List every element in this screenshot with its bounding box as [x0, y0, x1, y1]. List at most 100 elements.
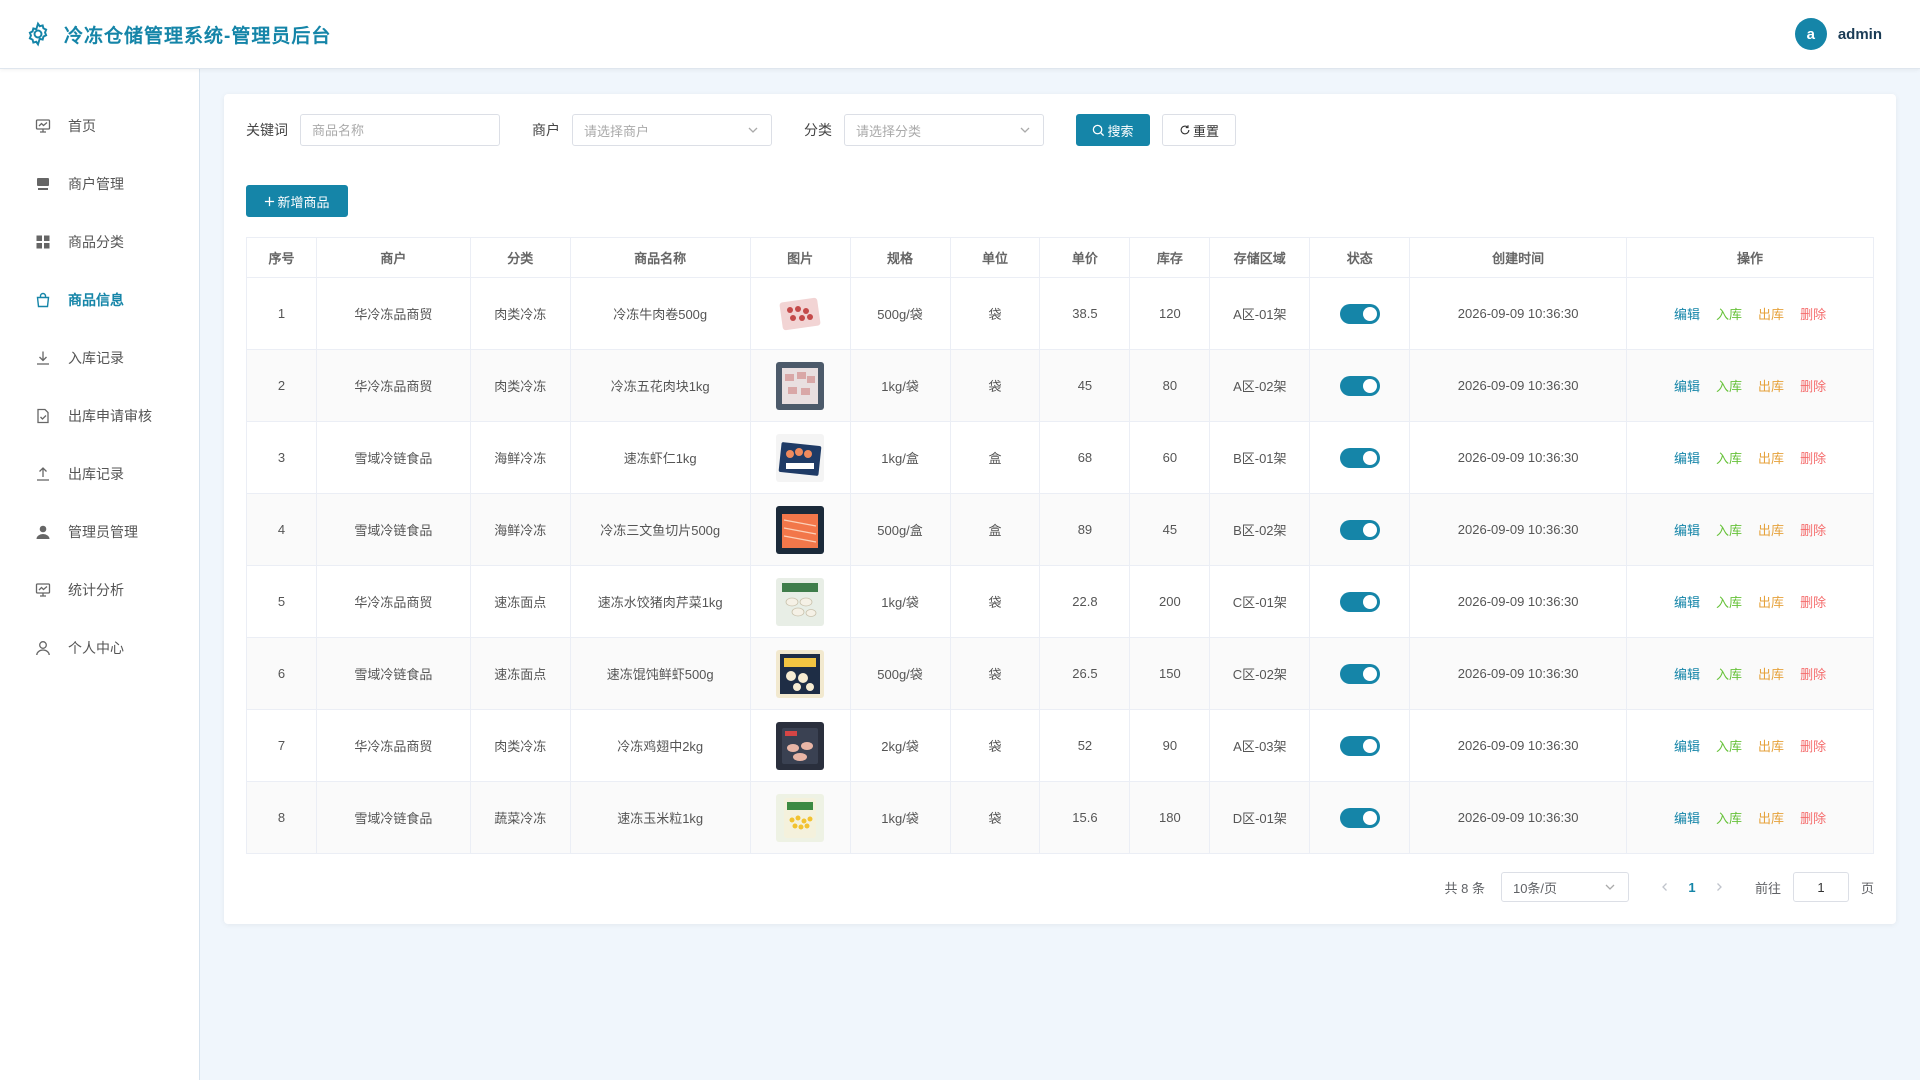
cell-created: 2026-09-09 10:36:30	[1409, 349, 1628, 422]
sidebar-item-monitor[interactable]: 首页	[0, 97, 199, 155]
search-button[interactable]: 搜索	[1076, 114, 1150, 146]
delete-button[interactable]: 删除	[1800, 667, 1826, 682]
product-thumbnail[interactable]	[776, 577, 825, 626]
stock-out-button[interactable]: 出库	[1758, 307, 1784, 322]
stock-out-button[interactable]: 出库	[1758, 667, 1784, 682]
sidebar-item-grid[interactable]: 商品分类	[0, 213, 199, 271]
stock-in-button[interactable]: 入库	[1716, 595, 1742, 610]
product-thumbnail[interactable]	[776, 290, 824, 338]
status-toggle[interactable]	[1339, 303, 1380, 324]
sidebar-item-user[interactable]: 个人中心	[0, 619, 199, 677]
stock-out-button[interactable]: 出库	[1758, 523, 1784, 538]
user-menu[interactable]: a admin	[1794, 18, 1882, 50]
stock-in-button[interactable]: 入库	[1716, 739, 1742, 754]
page-size-select[interactable]: 10条/页	[1500, 872, 1629, 902]
edit-button[interactable]: 编辑	[1674, 307, 1700, 322]
product-thumbnail[interactable]	[776, 361, 825, 410]
sidebar-nav: 首页 商户管理 商品分类 商品信息 入库记录出库申请审核出库记录 管理员管理统计分析个人中…	[0, 69, 199, 677]
add-product-button[interactable]: 新增商品	[246, 185, 348, 217]
chevron-down-icon	[1019, 124, 1031, 139]
edit-button[interactable]: 编辑	[1674, 379, 1700, 394]
delete-button[interactable]: 删除	[1800, 523, 1826, 538]
edit-button[interactable]: 编辑	[1674, 739, 1700, 754]
reset-button[interactable]: 重置	[1162, 114, 1236, 146]
sidebar-item-label: 统计分析	[68, 582, 124, 598]
status-toggle[interactable]	[1339, 519, 1380, 540]
stock-in-button[interactable]: 入库	[1716, 811, 1742, 826]
page-number-1[interactable]: 1	[1677, 880, 1707, 895]
column-header: 商品名称	[569, 237, 751, 278]
goto-page-input[interactable]: 1	[1792, 872, 1849, 902]
stock-out-button[interactable]: 出库	[1758, 595, 1784, 610]
sidebar-item-store[interactable]: 商户管理	[0, 155, 199, 213]
stock-out-button[interactable]: 出库	[1758, 739, 1784, 754]
sidebar-item-label: 出库申请审核	[68, 408, 152, 424]
column-header: 单价	[1039, 237, 1131, 278]
status-toggle[interactable]	[1339, 447, 1380, 468]
stock-in-button[interactable]: 入库	[1716, 379, 1742, 394]
edit-button[interactable]: 编辑	[1674, 451, 1700, 466]
sidebar-item-bag[interactable]: 商品信息	[0, 271, 199, 329]
status-toggle[interactable]	[1339, 591, 1380, 612]
product-panel: 关键词 商户 请选择商户 分类 请选择分类 搜索	[224, 94, 1896, 924]
status-toggle[interactable]	[1339, 735, 1380, 756]
stock-in-button[interactable]: 入库	[1716, 667, 1742, 682]
edit-button[interactable]: 编辑	[1674, 667, 1700, 682]
cell-created: 2026-09-09 10:36:30	[1409, 493, 1628, 566]
user-icon	[34, 639, 52, 657]
cell-image	[749, 781, 851, 854]
edit-button[interactable]: 编辑	[1674, 811, 1700, 826]
sidebar-item-download[interactable]: 入库记录	[0, 329, 199, 387]
avatar[interactable]: a	[1794, 18, 1827, 50]
edit-button[interactable]: 编辑	[1674, 595, 1700, 610]
total-count: 共 8 条	[1444, 880, 1485, 896]
stock-out-button[interactable]: 出库	[1758, 451, 1784, 466]
product-thumbnail[interactable]	[776, 649, 825, 698]
keyword-field[interactable]	[300, 114, 500, 146]
stock-out-button[interactable]: 出库	[1758, 811, 1784, 826]
sidebar-item-doc-check[interactable]: 出库申请审核	[0, 387, 199, 445]
category-select[interactable]: 请选择分类	[844, 114, 1044, 146]
delete-button[interactable]: 删除	[1800, 307, 1826, 322]
merchant-select[interactable]: 请选择商户	[572, 114, 772, 146]
table-row: 2 华冷冻品商贸 肉类冷冻 冷冻五花肉块1kg 1kg/袋袋 45 80 A区-02架 2026…	[246, 349, 1874, 422]
status-toggle[interactable]	[1339, 663, 1380, 684]
delete-button[interactable]: 删除	[1800, 595, 1826, 610]
delete-button[interactable]: 删除	[1800, 811, 1826, 826]
delete-button[interactable]: 删除	[1800, 739, 1826, 754]
cell-unit: 盒	[949, 421, 1041, 494]
delete-button[interactable]: 删除	[1800, 379, 1826, 394]
status-toggle[interactable]	[1339, 807, 1380, 828]
status-toggle[interactable]	[1339, 375, 1380, 396]
prev-page-button[interactable]	[1653, 880, 1677, 895]
sidebar-item-chart[interactable]: 统计分析	[0, 561, 199, 619]
next-page-button[interactable]	[1707, 880, 1731, 895]
edit-button[interactable]: 编辑	[1674, 523, 1700, 538]
cell-area: C区-02架	[1209, 637, 1311, 710]
cell-name: 速冻玉米粒1kg	[569, 781, 751, 854]
sidebar-item-user-filled[interactable]: 管理员管理	[0, 503, 199, 561]
stock-out-button[interactable]: 出库	[1758, 379, 1784, 394]
stock-in-button[interactable]: 入库	[1716, 451, 1742, 466]
cell-no: 3	[246, 421, 317, 494]
sidebar-item-upload[interactable]: 出库记录	[0, 445, 199, 503]
product-thumbnail[interactable]	[776, 505, 825, 554]
cell-spec: 1kg/袋	[849, 565, 951, 638]
cell-name: 速冻虾仁1kg	[569, 421, 751, 494]
delete-button[interactable]: 删除	[1800, 451, 1826, 466]
cell-status	[1309, 565, 1411, 638]
username[interactable]: admin	[1838, 26, 1882, 43]
cell-created: 2026-09-09 10:36:30	[1409, 781, 1628, 854]
page-suffix: 页	[1860, 880, 1874, 896]
cell-price: 15.6	[1039, 781, 1131, 854]
filter-bar: 关键词 商户 请选择商户 分类 请选择分类 搜索	[246, 114, 1236, 146]
cell-name: 速冻馄饨鲜虾500g	[569, 637, 751, 710]
product-thumbnail[interactable]	[776, 721, 825, 770]
merchant-label: 商户	[532, 122, 560, 138]
product-thumbnail[interactable]	[776, 433, 825, 482]
keyword-input[interactable]	[312, 122, 492, 138]
stock-in-button[interactable]: 入库	[1716, 523, 1742, 538]
product-thumbnail[interactable]	[776, 793, 825, 842]
cell-price: 89	[1039, 493, 1131, 566]
stock-in-button[interactable]: 入库	[1716, 307, 1742, 322]
